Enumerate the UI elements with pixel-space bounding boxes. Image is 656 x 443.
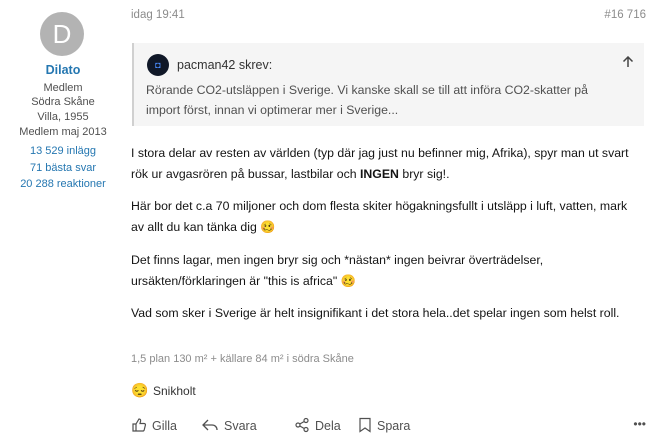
post-paragraph-2: Här bor det c.a 70 miljoner och dom fles… [131,196,636,237]
like-label: Gilla [152,419,178,433]
signature: 1,5 plan 130 m² + källare 84 m² i södra … [131,353,354,365]
reply-icon [202,419,218,431]
paragraph-text: bryr sig!. [398,166,450,181]
user-member-since: Medlem maj 2013 [19,126,107,138]
quote-text: Rörande CO2-utsläppen i Sverige. Vi kans… [146,83,588,117]
username[interactable]: Dilato [0,63,126,77]
share-label: Dela [315,419,341,433]
share-icon [295,417,309,433]
post-number[interactable]: #16 716 [604,9,646,21]
woozy-face-emoji: 🥴 [340,273,356,288]
post-paragraph-4: Vad som sker i Sverige är helt insignifi… [131,303,636,324]
paragraph-text: Vad som sker i Sverige är helt insignifi… [131,306,620,320]
bookmark-icon [359,417,371,433]
woozy-face-emoji: 🥴 [260,219,276,234]
reply-button[interactable]: Svara [201,417,257,433]
like-button[interactable]: Gilla [131,417,177,433]
thumbs-up-icon [132,418,147,432]
user-post-count[interactable]: 13 529 inlägg [0,145,126,157]
reaction-user[interactable]: Snikholt [153,384,196,398]
quote-block: ◘ pacman42 skrev: Rörande CO2-utsläppen … [132,43,644,126]
paragraph-text: Här bor det c.a 70 miljoner och dom fles… [131,199,628,234]
share-button[interactable]: Dela [294,417,341,433]
avatar[interactable]: D [40,12,84,56]
save-label: Spara [377,419,411,433]
paragraph-text: Det finns lagar, men ingen bryr sig och … [131,253,544,288]
user-title: Medlem [43,82,83,94]
post-actions: Gilla Svara Dela Spara ••• [131,417,648,437]
post-date[interactable]: idag 19:41 [131,9,185,21]
user-best-answers[interactable]: 71 bästa svar [0,162,126,174]
paragraph-bold-text: INGEN [359,166,399,181]
quote-author[interactable]: pacman42 skrev: [177,58,272,72]
avatar-letter: D [52,19,72,49]
post-paragraph-3: Det finns lagar, men ingen bryr sig och … [131,250,636,291]
post-paragraph-1: I stora delar av resten av världen (typ … [131,143,636,184]
more-options-icon[interactable]: ••• [633,417,646,431]
arrow-up-icon[interactable] [622,55,634,71]
post: idag 19:41 #16 716 ◘ pacman42 skrev: Rör… [131,0,648,443]
reply-label: Svara [224,419,257,433]
save-button[interactable]: Spara [358,417,410,433]
user-region: Södra Skåne [31,96,95,108]
user-home: Villa, 1955 [37,111,89,123]
sad-face-icon: 😔 [131,382,149,398]
user-reaction-count[interactable]: 20 288 reaktioner [0,178,126,190]
quoted-user-avatar[interactable]: ◘ [147,54,169,76]
